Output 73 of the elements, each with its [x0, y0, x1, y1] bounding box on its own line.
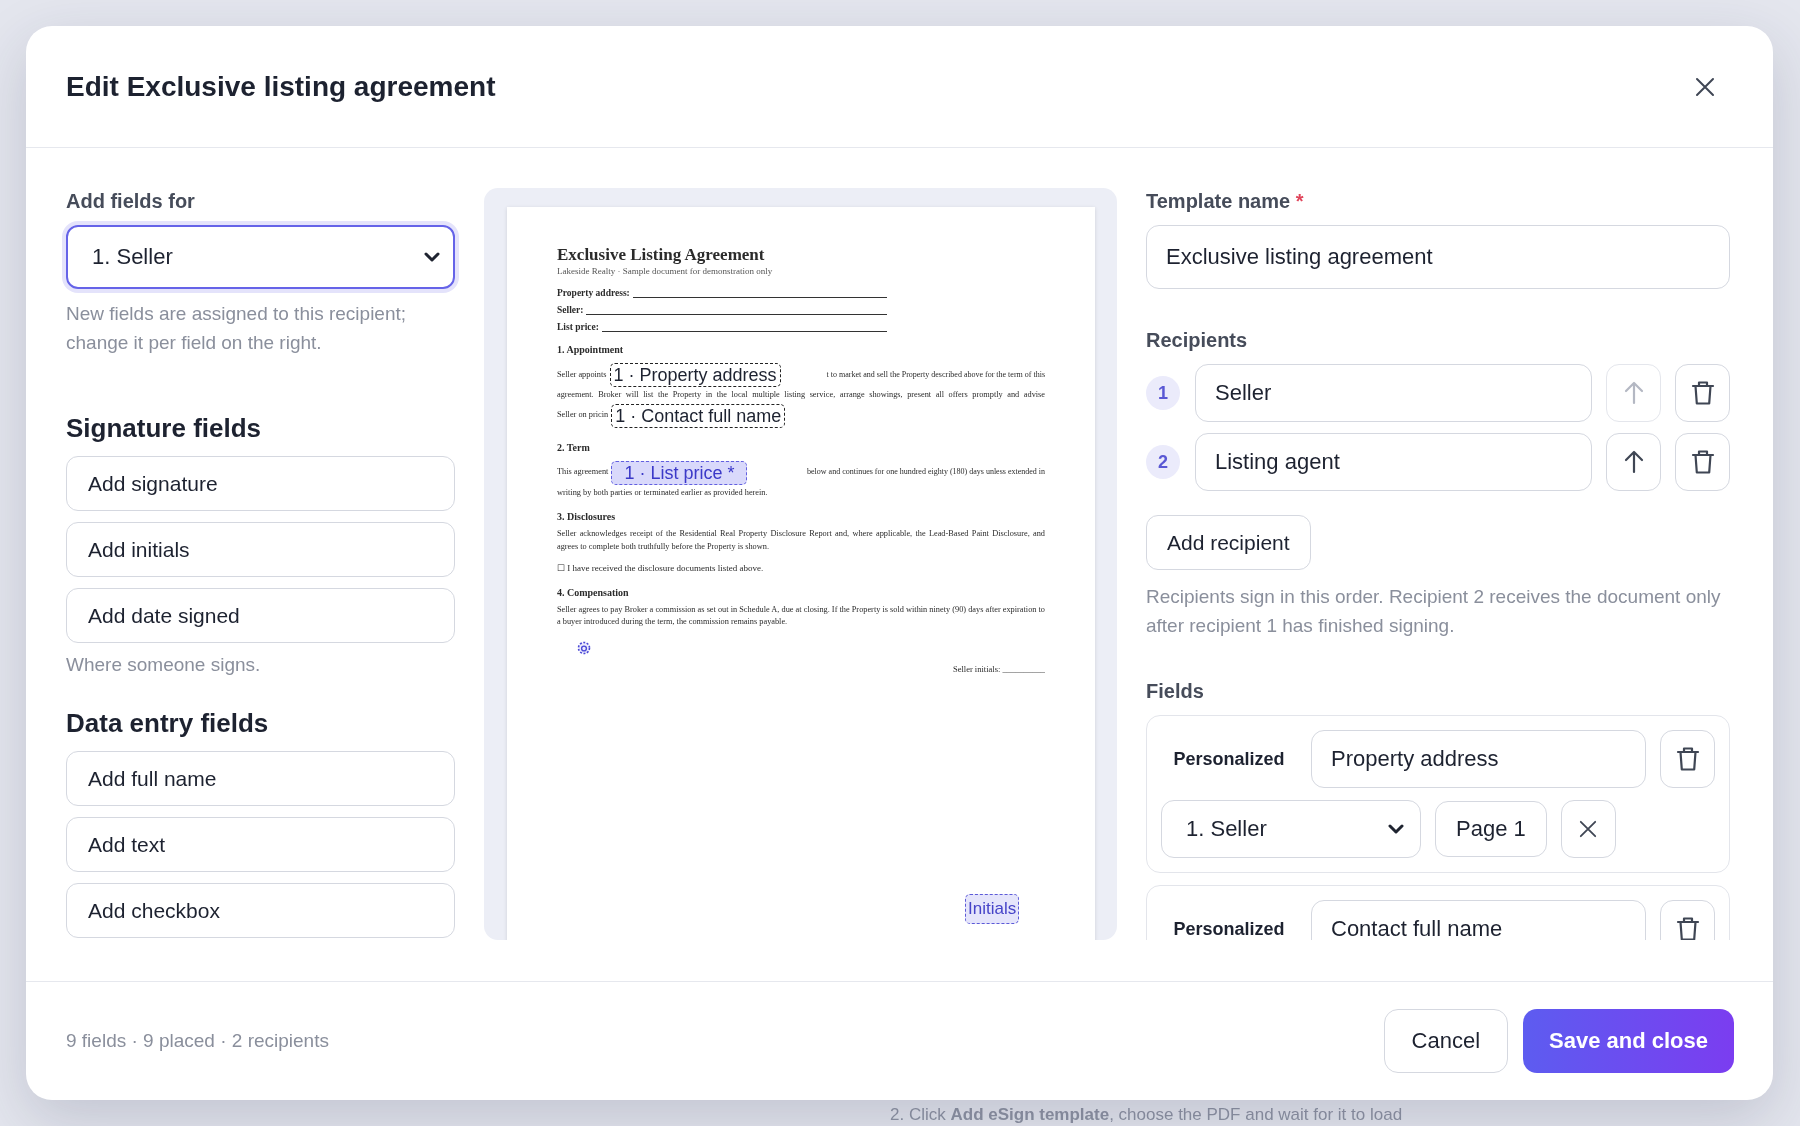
up-arrow-icon — [1622, 381, 1645, 405]
blank-label: List price: — [557, 322, 599, 332]
summary-text: 9 fields · 9 placed · 2 recipients — [66, 1030, 330, 1052]
field-label: Template name — [1146, 190, 1291, 212]
signature-line: Seller initials: __________ — [952, 664, 1045, 674]
doc-text-line: writing by both parties or terminated earlier as provided herein. — [557, 486, 769, 499]
save-button[interactable]: Save and close — [1523, 1009, 1734, 1073]
order-badge: 1 — [1146, 376, 1180, 410]
section-label: Fields — [1146, 680, 1205, 703]
blank-label: Property address: — [557, 288, 630, 298]
add-field-button[interactable]: Add signature — [66, 456, 455, 511]
recipient-select[interactable]: 1. Seller — [1161, 800, 1421, 858]
up-arrow-icon — [1622, 450, 1645, 474]
doc-paragraph: Seller acknowledges receipt of the Residential Real Property Disclosure Report and, where applicable, the Lead-Based Paint Disclosure, and agrees to complete both truthfully before the Property is shown. — [557, 528, 1045, 554]
doc-paragraph: Seller agrees to pay Broker a commission as set out in Schedule A, due at closing. If the Property is sold within ninety (90) days after expiration to a buyer introduced during the term, the commission remains payable. — [557, 603, 1045, 629]
doc-heading: 2. Term — [557, 441, 591, 453]
delete-button[interactable] — [1675, 433, 1730, 491]
placed-field[interactable]: Initials — [965, 894, 1020, 924]
required-mark: * — [1295, 190, 1304, 212]
move-up-button[interactable] — [1606, 433, 1661, 491]
cancel-button[interactable]: Cancel — [1383, 1009, 1508, 1073]
blank-label: Seller: — [557, 305, 584, 315]
recipients-note: Recipients sign in this order. Recipient 2 receives the document only after recipient 1 has finished signing. — [1146, 585, 1722, 638]
add-field-button[interactable]: Add date signed — [66, 588, 455, 643]
instruction-text: 2. Click Add eSign template, choose the PDF and wait for it to load — [890, 1105, 1403, 1125]
document-title: Exclusive Listing Agreement — [557, 245, 766, 265]
doc-text-line: t to market and sell the Property described above for the term of this — [826, 368, 1045, 381]
doc-text-line: below and continues for one hundred eighty (180) days unless extended in — [807, 466, 1045, 479]
section-heading: Data entry fields — [66, 708, 270, 739]
placed-field[interactable]: 1 · Property address — [609, 363, 781, 387]
close-icon — [1695, 76, 1715, 97]
chevron-icon — [424, 252, 440, 262]
template-name-input[interactable]: Exclusive listing agreement — [1146, 225, 1730, 289]
trash-icon — [1675, 916, 1700, 940]
delete-button[interactable] — [1675, 364, 1730, 422]
placed-field[interactable]: 1 · Contact full name — [611, 403, 786, 428]
doc-heading: 3. Disclosures — [557, 511, 617, 523]
field-type-label: Personalized — [1172, 748, 1286, 770]
delete-button[interactable] — [1660, 730, 1715, 788]
placed-field[interactable]: 1 · List price * — [611, 460, 748, 485]
field-marker-icon[interactable] — [577, 640, 591, 655]
trash-icon — [1690, 449, 1715, 475]
add-recipient-button[interactable]: Add recipient — [1146, 515, 1311, 570]
doc-text-line: agreement. Broker will list the Property in the local multiple listing service, arrange showings, present all offers promptly and advise — [557, 389, 1045, 401]
hint-text: New fields are assigned to this recipient; change it per field on the right. — [66, 302, 408, 355]
doc-heading: 4. Compensation — [557, 586, 630, 598]
page-button[interactable]: Page 1 — [1435, 801, 1547, 857]
trash-icon — [1675, 746, 1700, 772]
doc-text-line: Seller on pricin — [557, 409, 609, 422]
trash-icon — [1690, 380, 1715, 406]
add-field-button[interactable]: Add initials — [66, 522, 455, 577]
add-field-button[interactable]: Add text — [66, 817, 455, 872]
field-type-label: Personalized — [1172, 918, 1286, 940]
document-subtitle: Lakeside Realty · Sample document for demonstration only — [557, 266, 774, 276]
doc-heading: 1. Appointment — [557, 344, 625, 355]
add-field-button[interactable]: Add checkbox — [66, 883, 455, 938]
close-icon — [1579, 820, 1598, 838]
add-field-button[interactable]: Add full name — [66, 751, 455, 806]
field-label: Add fields for — [66, 190, 196, 213]
doc-text-line: This agreement — [557, 466, 609, 479]
chevron-icon — [1388, 824, 1404, 834]
checkbox-line: ☐ I have received the disclosure documents listed above. — [557, 561, 765, 575]
recipient-name-field[interactable]: Seller — [1195, 364, 1592, 422]
remove-button[interactable] — [1560, 800, 1616, 858]
section-label: Recipients — [1146, 329, 1249, 352]
field-name-input[interactable]: Property address — [1311, 730, 1646, 788]
section-heading: Signature fields — [66, 413, 263, 444]
field-name-input[interactable]: Contact full name — [1311, 900, 1646, 940]
section-note: Where someone signs. — [66, 654, 262, 676]
order-badge: 2 — [1146, 445, 1180, 479]
recipient-name-field[interactable]: Listing agent — [1195, 433, 1592, 491]
dialog-title: Edit Exclusive listing agreement — [66, 70, 496, 103]
doc-text-line: Seller appoints — [557, 368, 607, 381]
